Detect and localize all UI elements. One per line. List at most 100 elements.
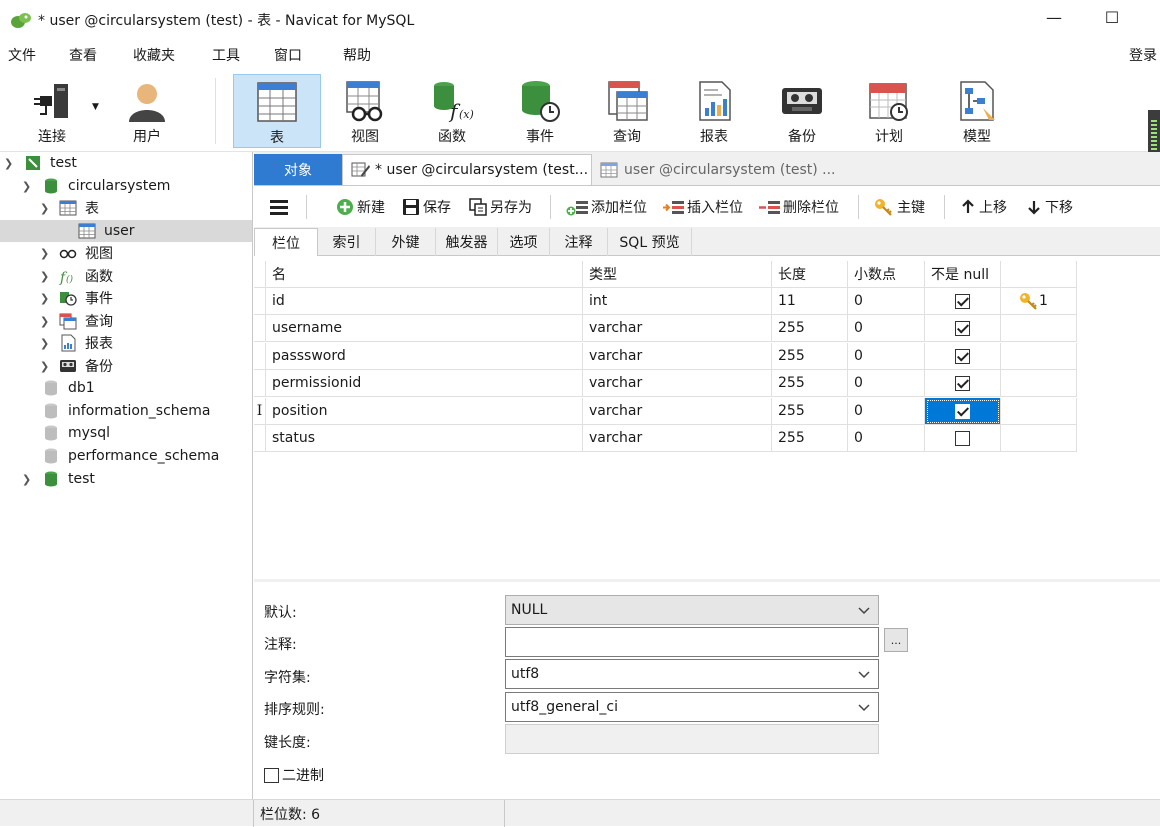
binary-option[interactable]: 二进制 — [264, 765, 324, 785]
cell-field-type[interactable]: varchar — [583, 398, 772, 425]
menu-view[interactable]: 查看 — [69, 45, 97, 65]
tree-db-db1[interactable]: db1 — [0, 377, 252, 399]
row-header[interactable] — [254, 288, 266, 315]
tab-objects[interactable]: 对象 — [254, 154, 342, 185]
cell-field-type[interactable]: varchar — [583, 343, 772, 370]
cell-field-decimals[interactable]: 0 — [848, 343, 925, 370]
cell-field-type[interactable]: int — [583, 288, 772, 315]
tree-folder-events[interactable]: ❯ 事件 — [0, 287, 252, 309]
cell-field-type[interactable]: varchar — [583, 370, 772, 397]
cell-not-null[interactable] — [925, 370, 1001, 397]
column-header-key[interactable] — [1001, 261, 1077, 288]
new-button[interactable]: 新建 — [336, 196, 385, 218]
tab-sql-preview[interactable]: SQL 预览 — [608, 228, 692, 256]
cell-field-decimals[interactable]: 0 — [848, 288, 925, 315]
tree-folder-tables[interactable]: ❯ 表 — [0, 197, 252, 219]
comment-input[interactable] — [505, 627, 879, 657]
chevron-down-icon[interactable]: ❯ — [22, 180, 31, 193]
minimize-button[interactable]: — — [1034, 8, 1074, 32]
tree-db-performance-schema[interactable]: performance_schema — [0, 445, 252, 467]
cell-field-length[interactable]: 255 — [772, 425, 848, 452]
cell-field-name[interactable]: id — [266, 288, 583, 315]
toolbar-connect-button[interactable]: 连接 ▼ — [8, 74, 99, 148]
move-up-button[interactable]: 上移 — [960, 196, 1007, 218]
toolbar-query-button[interactable]: 查询 — [583, 74, 671, 148]
cell-field-name[interactable]: status — [266, 425, 583, 452]
cell-field-decimals[interactable]: 0 — [848, 370, 925, 397]
cell-field-name[interactable]: username — [266, 315, 583, 342]
column-header-not-null[interactable]: 不是 null — [925, 261, 1001, 288]
toolbar-model-button[interactable]: 模型 — [933, 74, 1021, 148]
column-header-name[interactable]: 名 — [266, 261, 583, 288]
tree-folder-functions[interactable]: ❯ f() 函数 — [0, 265, 252, 287]
tree-db-circularsystem[interactable]: ❯ circularsystem — [0, 175, 252, 197]
tab-options[interactable]: 选项 — [498, 228, 550, 256]
default-select[interactable]: NULL — [505, 595, 879, 625]
row-header[interactable] — [254, 315, 266, 342]
tab-user-data[interactable]: user @circularsystem (test) ... — [592, 154, 852, 185]
cell-key[interactable] — [1001, 425, 1077, 452]
tab-fields[interactable]: 栏位 — [254, 228, 318, 256]
comment-expand-button[interactable]: ... — [884, 628, 908, 652]
row-cursor[interactable]: I — [254, 398, 266, 425]
not-null-checkbox[interactable] — [955, 375, 970, 391]
not-null-checkbox[interactable] — [955, 403, 970, 419]
menu-window[interactable]: 窗口 — [274, 45, 302, 65]
not-null-checkbox[interactable] — [955, 348, 970, 364]
menu-file[interactable]: 文件 — [8, 45, 36, 65]
toolbar-event-button[interactable]: 事件 — [496, 74, 584, 148]
row-header[interactable] — [254, 370, 266, 397]
toolbar-view-button[interactable]: 视图 — [321, 74, 409, 148]
toolbar-report-button[interactable]: 报表 — [670, 74, 758, 148]
save-button[interactable]: 保存 — [402, 196, 451, 218]
maximize-button[interactable]: ☐ — [1092, 8, 1132, 32]
tree-connection-test[interactable]: ❯ test — [0, 152, 252, 174]
toolbar-function-button[interactable]: f (x) 函数 — [408, 74, 496, 148]
charset-select[interactable]: utf8 — [505, 659, 879, 689]
cell-field-name[interactable]: passsword — [266, 343, 583, 370]
cell-field-length[interactable]: 255 — [772, 398, 848, 425]
tab-indexes[interactable]: 索引 — [318, 228, 376, 256]
chevron-down-icon[interactable]: ❯ — [40, 202, 49, 215]
cell-field-decimals[interactable]: 0 — [848, 398, 925, 425]
cell-field-decimals[interactable]: 0 — [848, 315, 925, 342]
toolbar-backup-button[interactable]: 备份 — [758, 74, 846, 148]
cell-field-length[interactable]: 255 — [772, 315, 848, 342]
binary-checkbox[interactable] — [264, 767, 279, 783]
cell-not-null-selected[interactable] — [925, 398, 1001, 425]
cell-field-length[interactable]: 255 — [772, 370, 848, 397]
cell-key[interactable] — [1001, 343, 1077, 370]
row-header[interactable] — [254, 425, 266, 452]
column-header-type[interactable]: 类型 — [583, 261, 772, 288]
delete-field-button[interactable]: 删除栏位 — [758, 196, 839, 218]
cell-not-null[interactable] — [925, 315, 1001, 342]
chevron-down-icon[interactable]: ❯ — [4, 157, 13, 170]
chevron-right-icon[interactable]: ❯ — [40, 292, 49, 305]
save-as-button[interactable]: 另存为 — [469, 196, 532, 218]
hamburger-menu-icon[interactable] — [270, 196, 291, 218]
tab-user-design[interactable]: * user @circularsystem (test... — [342, 154, 592, 185]
menu-help[interactable]: 帮助 — [343, 45, 371, 65]
move-down-button[interactable]: 下移 — [1026, 196, 1073, 218]
toolbar-user-button[interactable]: 用户 — [103, 74, 191, 148]
primary-key-button[interactable]: 主键 — [874, 196, 925, 218]
cell-key[interactable] — [1001, 370, 1077, 397]
row-header[interactable] — [254, 343, 266, 370]
chevron-right-icon[interactable]: ❯ — [40, 247, 49, 260]
tab-triggers[interactable]: 触发器 — [436, 228, 498, 256]
tree-db-mysql[interactable]: mysql — [0, 422, 252, 444]
cell-key[interactable] — [1001, 315, 1077, 342]
chevron-right-icon[interactable]: ❯ — [22, 473, 31, 486]
toolbar-table-button[interactable]: 表 — [233, 74, 321, 148]
chevron-right-icon[interactable]: ❯ — [40, 315, 49, 328]
tree-db-information-schema[interactable]: information_schema — [0, 400, 252, 422]
login-link[interactable]: 登录 — [1129, 45, 1157, 65]
cell-not-null[interactable] — [925, 343, 1001, 370]
cell-field-type[interactable]: varchar — [583, 425, 772, 452]
not-null-checkbox[interactable] — [955, 293, 970, 309]
toolbar-schedule-button[interactable]: 计划 — [845, 74, 933, 148]
not-null-checkbox[interactable] — [955, 320, 970, 336]
cell-field-decimals[interactable]: 0 — [848, 425, 925, 452]
tree-folder-reports[interactable]: ❯ 报表 — [0, 332, 252, 354]
chevron-down-icon[interactable]: ▼ — [92, 102, 99, 112]
